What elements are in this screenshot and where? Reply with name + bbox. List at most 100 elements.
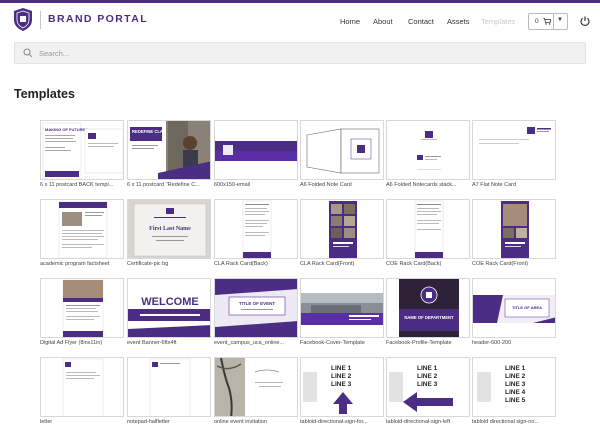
- svg-text:LINE 1: LINE 1: [505, 365, 526, 372]
- university-seal-logo[interactable]: [13, 7, 33, 32]
- template-card[interactable]: academic program factsheet: [40, 199, 124, 271]
- template-card[interactable]: Digital Ad Flyer (8inx11in): [40, 278, 124, 350]
- thumb-title: MAKING OF FUTURES: [45, 127, 88, 132]
- template-thumbnail[interactable]: TITLE OF AREA: [472, 278, 556, 338]
- template-caption[interactable]: academic program factsheet: [40, 261, 124, 267]
- chevron-down-icon[interactable]: ▼: [557, 17, 563, 23]
- template-thumbnail[interactable]: REDEFINE CLASSROOM: [127, 120, 211, 180]
- template-card[interactable]: A6 Folded Note Card: [300, 120, 384, 192]
- template-caption[interactable]: Facebook-Profile-Template: [386, 340, 470, 346]
- svg-text:LINE 2: LINE 2: [505, 373, 526, 380]
- thumb-title: NAME OF DEPARTMENT: [404, 315, 454, 320]
- template-card[interactable]: LINE 1 LINE 2 LINE 3 tabloid-directional…: [386, 357, 470, 429]
- template-thumbnail[interactable]: [472, 199, 556, 259]
- template-thumbnail[interactable]: [214, 357, 298, 417]
- template-caption[interactable]: CLA Rack Card(Front): [300, 261, 384, 267]
- template-thumbnail[interactable]: MAKING OF FUTURES: [40, 120, 124, 180]
- template-thumbnail[interactable]: [127, 357, 211, 417]
- brand-title[interactable]: BRAND PORTAL: [48, 13, 148, 25]
- template-caption[interactable]: tabloid directional sign-no...: [472, 419, 556, 425]
- template-thumbnail[interactable]: [40, 278, 124, 338]
- power-icon[interactable]: [579, 15, 591, 27]
- nav-assets[interactable]: Assets: [447, 17, 470, 26]
- cart-icon: [543, 18, 551, 25]
- cart-count: 0: [535, 18, 539, 25]
- template-card[interactable]: NAME OF DEPARTMENT Facebook-Profile-Temp…: [386, 278, 470, 350]
- nav-home[interactable]: Home: [340, 17, 360, 26]
- template-thumbnail[interactable]: [300, 278, 384, 338]
- template-card[interactable]: LINE 1 LINE 2 LINE 3 tabloid-directional…: [300, 357, 384, 429]
- nav-templates[interactable]: Templates: [481, 17, 515, 26]
- template-thumbnail[interactable]: [40, 357, 124, 417]
- template-thumbnail[interactable]: LINE 1 LINE 2 LINE 3 LINE 4 LINE 5: [472, 357, 556, 417]
- template-card[interactable]: A6 Folded Notecards stack...: [386, 120, 470, 192]
- template-card[interactable]: CLA Rack Card(Back): [214, 199, 298, 271]
- template-thumbnail[interactable]: [386, 120, 470, 180]
- template-caption[interactable]: Facebook-Cover-Template: [300, 340, 384, 346]
- template-card[interactable]: First Last Name Certificate-pic bg: [127, 199, 211, 271]
- search-input[interactable]: [39, 46, 579, 60]
- logo-divider: [40, 11, 41, 29]
- template-thumbnail[interactable]: [214, 120, 298, 180]
- template-thumbnail[interactable]: [386, 199, 470, 259]
- svg-text:LINE 1: LINE 1: [417, 365, 438, 372]
- template-caption[interactable]: 600x150-email: [214, 182, 298, 188]
- template-caption[interactable]: notepad-halfletter: [127, 419, 211, 425]
- svg-text:LINE 5: LINE 5: [505, 397, 526, 404]
- template-thumbnail[interactable]: [214, 199, 298, 259]
- svg-text:LINE 3: LINE 3: [505, 381, 526, 388]
- template-thumbnail[interactable]: [40, 199, 124, 259]
- thumb-title: WELCOME: [141, 296, 198, 308]
- template-caption[interactable]: 6 x 11 postcard BACK templ...: [40, 182, 124, 188]
- template-thumbnail[interactable]: WELCOME: [127, 278, 211, 338]
- template-caption[interactable]: A6 Folded Note Card: [300, 182, 384, 188]
- template-caption[interactable]: COE Rack Card(Front): [472, 261, 556, 267]
- nav-about[interactable]: About: [373, 17, 393, 26]
- template-thumbnail[interactable]: LINE 1 LINE 2 LINE 3: [386, 357, 470, 417]
- template-card[interactable]: MAKING OF FUTURES 6 x 11 postcard BACK t…: [40, 120, 124, 192]
- template-card[interactable]: 600x150-email: [214, 120, 298, 192]
- template-thumbnail[interactable]: NAME OF DEPARTMENT: [386, 278, 470, 338]
- template-card[interactable]: online event invitation: [214, 357, 298, 429]
- template-card[interactable]: TITLE OF AREA header-600-200: [472, 278, 556, 350]
- template-card[interactable]: COE Rack Card(Back): [386, 199, 470, 271]
- nav-contact[interactable]: Contact: [408, 17, 434, 26]
- template-card[interactable]: COE Rack Card(Front): [472, 199, 556, 271]
- template-caption[interactable]: COE Rack Card(Back): [386, 261, 470, 267]
- template-caption[interactable]: A7 Flat Note Card: [472, 182, 556, 188]
- search-bar[interactable]: [14, 42, 586, 64]
- template-card[interactable]: CLA Rack Card(Front): [300, 199, 384, 271]
- template-caption[interactable]: Certificate-pic bg: [127, 261, 211, 267]
- template-caption[interactable]: online event invitation: [214, 419, 298, 425]
- template-card[interactable]: notepad-halfletter: [127, 357, 211, 429]
- template-card[interactable]: REDEFINE CLASSROOM 6 x 11 postcard "Rede…: [127, 120, 211, 192]
- template-caption[interactable]: letter: [40, 419, 124, 425]
- template-caption[interactable]: header-600-200: [472, 340, 556, 346]
- template-thumbnail[interactable]: TITLE OF EVENT: [214, 278, 298, 338]
- template-caption[interactable]: event Banner-6ftx4ft: [127, 340, 211, 346]
- template-card[interactable]: letter: [40, 357, 124, 429]
- template-thumbnail[interactable]: First Last Name: [127, 199, 211, 259]
- template-caption[interactable]: A6 Folded Notecards stack...: [386, 182, 470, 188]
- template-caption[interactable]: CLA Rack Card(Back): [214, 261, 298, 267]
- svg-text:LINE 2: LINE 2: [331, 373, 352, 380]
- template-caption[interactable]: tabloid-directional-sign-left: [386, 419, 470, 425]
- template-thumbnail[interactable]: [300, 199, 384, 259]
- page-title: Templates: [14, 87, 75, 101]
- template-thumbnail[interactable]: LINE 1 LINE 2 LINE 3: [300, 357, 384, 417]
- cart-button[interactable]: 0 ▼: [528, 13, 568, 30]
- template-caption[interactable]: tabloid-directional-sign-for...: [300, 419, 384, 425]
- template-card[interactable]: TITLE OF EVENT event_campus_uca_online..…: [214, 278, 298, 350]
- svg-text:LINE 4: LINE 4: [505, 389, 526, 396]
- template-card[interactable]: A7 Flat Note Card: [472, 120, 556, 192]
- template-thumbnail[interactable]: [472, 120, 556, 180]
- header: BRAND PORTAL Home About Contact Assets T…: [0, 3, 600, 37]
- template-caption[interactable]: Digital Ad Flyer (8inx11in): [40, 340, 124, 346]
- search-icon: [23, 48, 33, 58]
- template-card[interactable]: WELCOME event Banner-6ftx4ft: [127, 278, 211, 350]
- template-caption[interactable]: 6 x 11 postcard "Redefine C...: [127, 182, 211, 188]
- template-thumbnail[interactable]: [300, 120, 384, 180]
- template-caption[interactable]: event_campus_uca_online...: [214, 340, 298, 346]
- template-card[interactable]: LINE 1 LINE 2 LINE 3 LINE 4 LINE 5 tablo…: [472, 357, 556, 429]
- template-card[interactable]: Facebook-Cover-Template: [300, 278, 384, 350]
